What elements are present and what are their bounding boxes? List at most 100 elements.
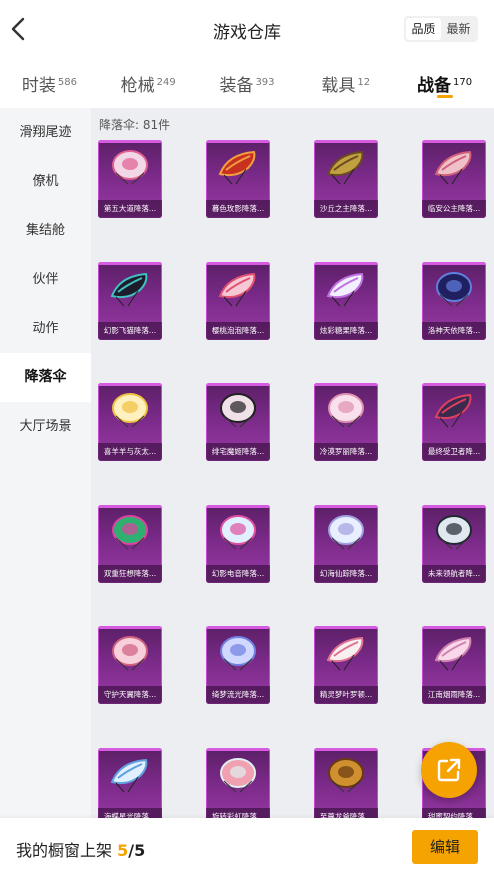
- quality-bar: [314, 504, 378, 508]
- sidebar-item-lobby-scene[interactable]: 大厅场景: [0, 402, 91, 451]
- header-bar: 游戏仓库 品质 最新: [0, 0, 494, 58]
- sidebar-item-wingman[interactable]: 僚机: [0, 157, 91, 206]
- parachute-name: 最终受卫者降...: [422, 443, 486, 461]
- parachute-name: 第五大道降落...: [98, 200, 162, 218]
- tab-weapons[interactable]: 枪械 249: [99, 58, 198, 108]
- quality-bar: [422, 626, 486, 629]
- quality-bar: [314, 383, 378, 386]
- tab-count: 12: [357, 76, 371, 88]
- parachute-name: 绮梦流光降落...: [206, 686, 270, 704]
- parachute-thumbnail: [112, 514, 148, 549]
- tab-fashion[interactable]: 时装 586: [0, 58, 99, 108]
- showcase-status: 我的橱窗上架 5/5: [16, 837, 145, 861]
- parachute-card[interactable]: 双重狂想降落...: [98, 504, 162, 583]
- parachute-card[interactable]: 炫彩糖果降落...: [314, 261, 378, 340]
- parachute-thumbnail: [110, 758, 148, 792]
- quality-bar: [422, 261, 486, 265]
- quality-bar: [314, 747, 378, 751]
- parachute-card[interactable]: 海蝶星光降落...: [98, 747, 162, 818]
- showcase-footer: 我的橱窗上架 5/5 编辑: [0, 818, 494, 875]
- quality-bar: [98, 383, 162, 386]
- parachute-thumbnail: [434, 636, 472, 671]
- parachute-thumbnail: [112, 150, 148, 185]
- showcase-label: 我的橱窗上架: [16, 841, 113, 860]
- tab-count: 393: [255, 76, 275, 88]
- parachute-card[interactable]: 守护天翼降落...: [98, 626, 162, 704]
- parachute-card[interactable]: 旋转彩虹降落...: [206, 747, 270, 818]
- parachute-thumbnail: [220, 757, 256, 792]
- sidebar-item-assembly-pod[interactable]: 集结舱: [0, 206, 91, 255]
- parachute-card[interactable]: 至尊龙爸降落...: [314, 747, 378, 818]
- parachute-name: 沙丘之主降落...: [314, 200, 378, 218]
- tab-count: 170: [453, 76, 473, 88]
- parachute-card[interactable]: 未来领航者降...: [422, 504, 486, 583]
- parachute-name: 幻影飞猫降落...: [98, 321, 162, 340]
- sidebar-item-glide-trail[interactable]: 滑翔尾迹: [0, 108, 91, 157]
- tab-label: 装备: [219, 76, 254, 96]
- parachute-card[interactable]: 最终受卫者降...: [422, 383, 486, 461]
- sidebar-item-emote[interactable]: 动作: [0, 304, 91, 353]
- parachute-name: 甜蜜契约降落...: [422, 807, 486, 818]
- quality-bar: [422, 383, 486, 386]
- parachute-name: 幻影电音降落...: [206, 564, 270, 583]
- parachute-card[interactable]: 樱桃泡泡降落...: [206, 261, 270, 340]
- parachute-card[interactable]: 临安公主降落...: [422, 140, 486, 218]
- tab-count: 586: [57, 76, 77, 88]
- parachute-card[interactable]: 幻影电音降落...: [206, 504, 270, 583]
- parachute-name: 至尊龙爸降落...: [314, 807, 378, 818]
- tab-count: 249: [156, 76, 176, 88]
- parachute-thumbnail: [326, 272, 364, 306]
- sidebar-item-partner[interactable]: 伙伴: [0, 255, 91, 304]
- share-button[interactable]: [421, 742, 477, 798]
- quality-bar: [206, 747, 270, 751]
- parachute-name: 精灵梦叶罗顿...: [314, 686, 378, 704]
- parachute-name: 守护天翼降落...: [98, 686, 162, 704]
- parachute-thumbnail: [436, 271, 472, 306]
- parachute-card[interactable]: 幻影飞猫降落...: [98, 261, 162, 340]
- parachute-name: 幻海仙踪降落...: [314, 564, 378, 583]
- tab-label: 载具: [321, 76, 356, 96]
- parachute-card[interactable]: 幻海仙踪降落...: [314, 504, 378, 583]
- quality-bar: [206, 383, 270, 386]
- sort-option-quality[interactable]: 品质: [406, 18, 441, 40]
- parachute-name: 洛神天依降落...: [422, 321, 486, 340]
- quality-bar: [98, 261, 162, 265]
- tab-tactical[interactable]: 战备 170: [395, 58, 494, 108]
- tab-label: 枪械: [120, 76, 155, 96]
- quality-bar: [314, 261, 378, 265]
- parachute-card[interactable]: 洛神天依降落...: [422, 261, 486, 340]
- parachute-card[interactable]: 喜羊羊与灰太...: [98, 383, 162, 461]
- parachute-card[interactable]: 暮色玫影降落...: [206, 140, 270, 218]
- parachute-card[interactable]: 江南烟雨降落...: [422, 626, 486, 704]
- quality-bar: [98, 626, 162, 629]
- tab-label: 时装: [21, 76, 56, 96]
- parachute-name: 暮色玫影降落...: [206, 200, 270, 218]
- quality-bar: [314, 140, 378, 143]
- sidebar-item-parachute[interactable]: 降落伞: [0, 353, 91, 402]
- parachute-card[interactable]: 精灵梦叶罗顿...: [314, 626, 378, 704]
- parachute-thumbnail: [220, 636, 256, 671]
- tab-equipment[interactable]: 装备 393: [198, 58, 297, 108]
- parachute-thumbnail: [220, 514, 256, 549]
- parachute-name: 喜羊羊与灰太...: [98, 443, 162, 461]
- quality-bar: [206, 504, 270, 508]
- sort-option-latest[interactable]: 最新: [441, 18, 476, 40]
- category-tabs: 时装 586 枪械 249 装备 393 载具 12 战备 170: [0, 58, 494, 108]
- parachute-card[interactable]: 冷漠罗丽降落...: [314, 383, 378, 461]
- parachute-card[interactable]: 绮梦流光降落...: [206, 626, 270, 704]
- share-external-icon: [437, 758, 461, 782]
- sort-toggle[interactable]: 品质 最新: [404, 16, 478, 42]
- quality-bar: [206, 626, 270, 629]
- tab-vehicles[interactable]: 载具 12: [296, 58, 395, 108]
- parachute-name: 海蝶星光降落...: [98, 807, 162, 818]
- parachute-card[interactable]: 沙丘之主降落...: [314, 140, 378, 218]
- parachute-thumbnail: [328, 514, 364, 549]
- edit-button[interactable]: 编辑: [412, 830, 478, 864]
- quality-bar: [98, 747, 162, 751]
- parachute-thumbnail: [326, 636, 364, 671]
- item-content: 降落伞: 81件 第五大道降落... 暮色玫影降落... 沙丘之主降落... 临安公主…: [91, 108, 494, 818]
- parachute-card[interactable]: 第五大道降落...: [98, 140, 162, 218]
- parachute-card[interactable]: 绯宅魔姬降落...: [206, 383, 270, 461]
- parachute-thumbnail: [218, 150, 256, 185]
- tab-underline: [436, 95, 453, 98]
